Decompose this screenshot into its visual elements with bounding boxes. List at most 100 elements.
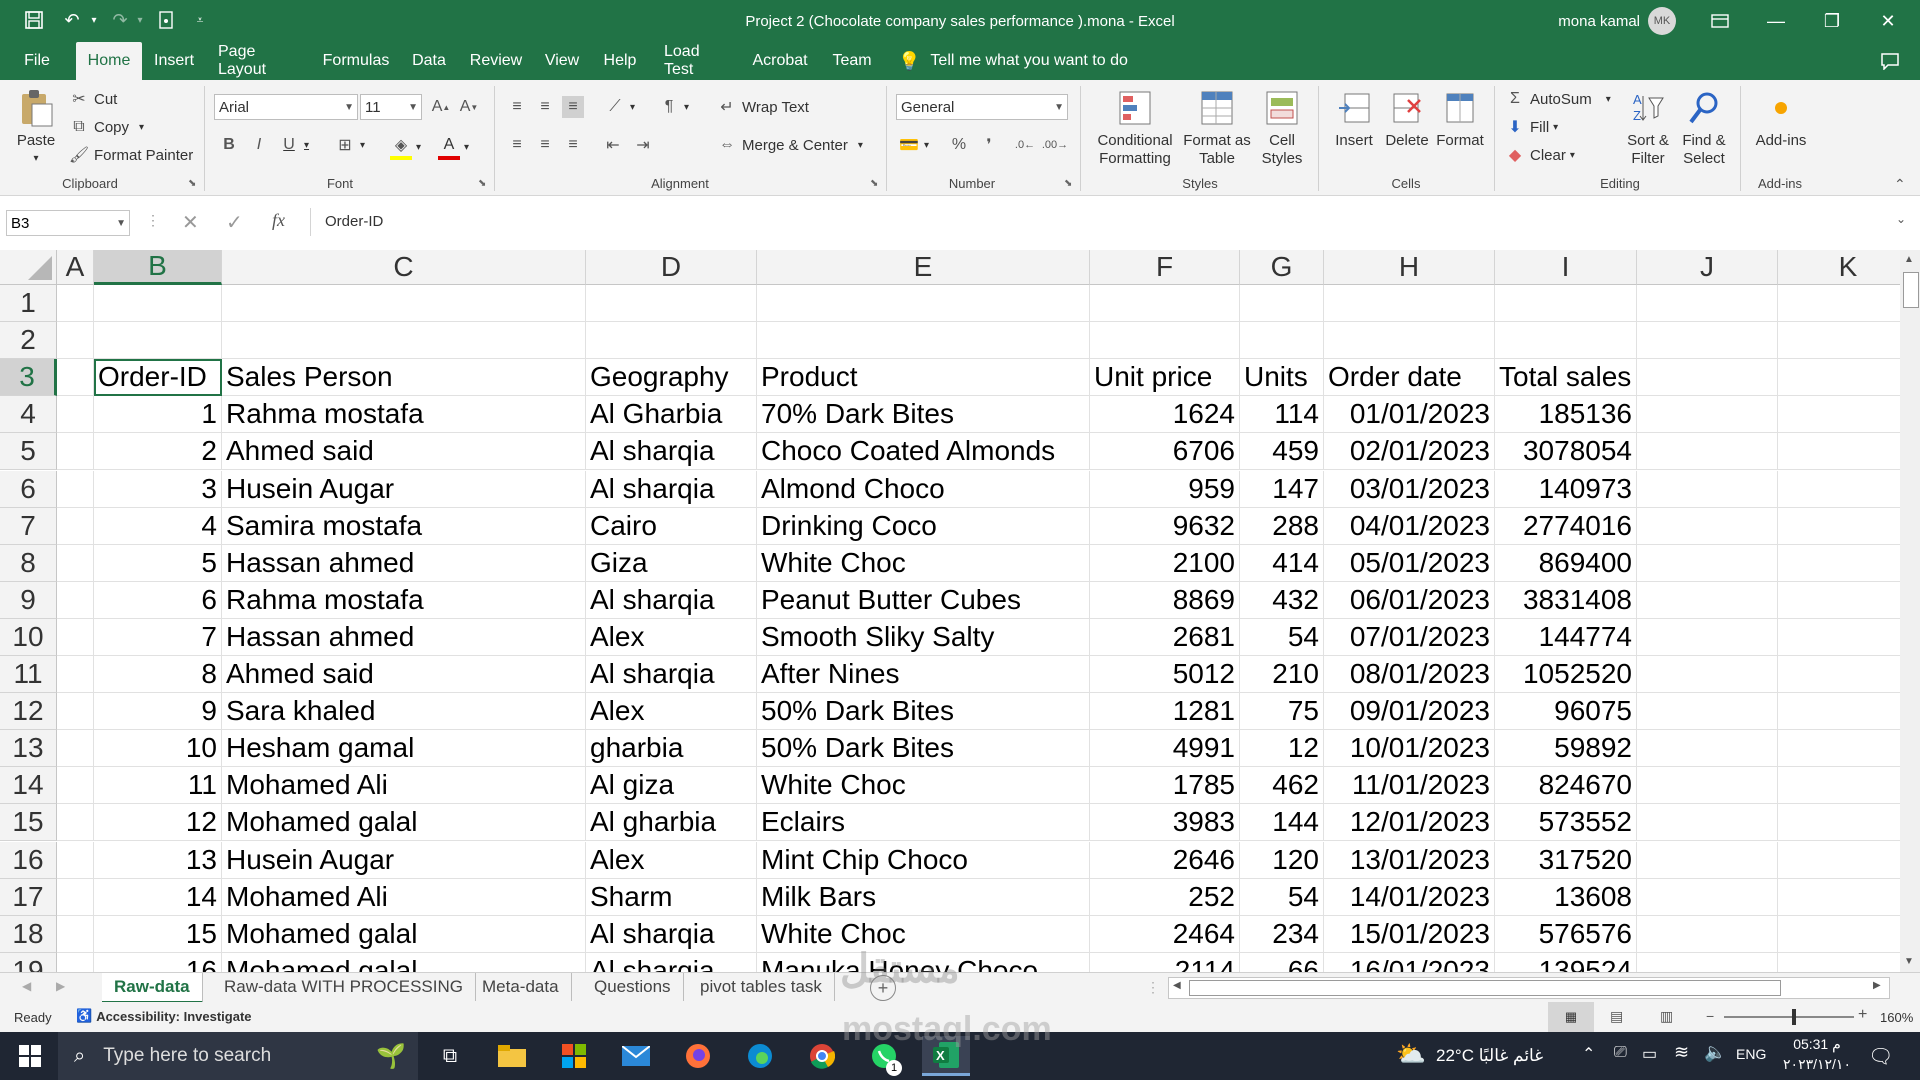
row-header-10[interactable]: 10 [0, 618, 57, 656]
data-cell[interactable]: 96075 [1495, 693, 1637, 731]
data-cell[interactable]: 4 [94, 507, 222, 545]
data-cell[interactable]: 234 [1240, 915, 1324, 953]
data-cell[interactable]: 2 [94, 433, 222, 471]
column-header-d[interactable]: D [586, 250, 757, 285]
redo-dropdown-icon[interactable]: ▾ [126, 6, 154, 34]
data-cell[interactable]: Drinking Coco [757, 507, 1090, 545]
next-sheet-icon[interactable]: ▶ [56, 979, 65, 993]
data-cell[interactable]: 16/01/2023 [1324, 952, 1495, 972]
data-cell[interactable]: 2100 [1090, 544, 1240, 582]
cell[interactable] [1637, 730, 1778, 768]
select-all-corner[interactable] [0, 250, 57, 285]
task-view-icon[interactable]: ⧉ [426, 1036, 474, 1076]
minimize-icon[interactable]: — [1748, 0, 1804, 42]
edge-icon[interactable] [736, 1036, 784, 1076]
wrap-text-button[interactable]: ↵ Wrap Text [716, 96, 809, 118]
page-layout-view-icon[interactable]: ▤ [1610, 1008, 1623, 1025]
data-cell[interactable]: 252 [1090, 878, 1240, 916]
data-cell[interactable]: Hassan ahmed [222, 544, 586, 582]
data-cell[interactable]: 959 [1090, 470, 1240, 508]
data-cell[interactable]: 2774016 [1495, 507, 1637, 545]
sheet-tab-raw-data[interactable]: Raw-data [102, 973, 203, 1004]
cut-button[interactable]: ✂ Cut [68, 88, 117, 110]
cell[interactable] [1637, 952, 1778, 972]
increase-font-button[interactable]: A ▲ [430, 96, 452, 118]
clear-button[interactable]: ◆ Clear ▾ [1504, 144, 1575, 166]
volume-icon[interactable]: 🔈 [1704, 1042, 1726, 1063]
cell[interactable] [1637, 804, 1778, 842]
data-cell[interactable]: 3078054 [1495, 433, 1637, 471]
underline-button[interactable]: U ▾ [278, 134, 309, 156]
zoom-out-icon[interactable]: − [1706, 1008, 1714, 1024]
copy-button[interactable]: ⧉ Copy ▾ [68, 116, 144, 138]
row-header-14[interactable]: 14 [0, 767, 57, 805]
vertical-scrollbar[interactable]: ▲ ▼ [1900, 250, 1920, 972]
file-explorer-icon[interactable] [488, 1036, 536, 1076]
cell[interactable] [1778, 916, 1900, 953]
comments-icon[interactable] [1878, 50, 1902, 72]
data-cell[interactable]: 10/01/2023 [1324, 730, 1495, 768]
cell[interactable] [1637, 693, 1778, 731]
data-cell[interactable]: 1624 [1090, 396, 1240, 434]
sheet-tab-raw-data-with-processing[interactable]: Raw-data WITH PROCESSING [212, 973, 476, 1001]
data-cell[interactable]: Sara khaled [222, 693, 586, 731]
data-cell[interactable]: 288 [1240, 507, 1324, 545]
data-cell[interactable]: 1281 [1090, 693, 1240, 731]
orientation-button[interactable]: ⟋ ▾ [604, 96, 635, 118]
data-cell[interactable]: 6 [94, 581, 222, 619]
data-cell[interactable]: After Nines [757, 656, 1090, 694]
data-cell[interactable]: 14 [94, 878, 222, 916]
tab-insert[interactable]: Insert [146, 42, 202, 80]
cell[interactable] [57, 618, 94, 656]
row-header-15[interactable]: 15 [0, 804, 57, 842]
autosum-button[interactable]: Σ AutoSum ▾ [1504, 88, 1611, 110]
data-cell[interactable]: 75 [1240, 693, 1324, 731]
font-size-select[interactable]: 11 ▼ [360, 94, 422, 120]
column-header-b[interactable]: B [94, 250, 222, 285]
data-cell[interactable]: 59892 [1495, 730, 1637, 768]
data-cell[interactable]: 147 [1240, 470, 1324, 508]
worksheet-grid[interactable]: ABCDEFGHIJK 1 2 3 4 5 6 7 8 9 10 11 12 13 14 15 16 17 18 1… [0, 250, 1900, 972]
data-cell[interactable]: Hesham gamal [222, 730, 586, 768]
cell[interactable] [1778, 322, 1900, 360]
cell[interactable] [57, 730, 94, 768]
column-header-h[interactable]: H [1324, 250, 1495, 285]
font-name-select[interactable]: Arial ▼ [214, 94, 358, 120]
taskbar-search[interactable]: ⌕ Type here to search 🌱 [58, 1032, 418, 1080]
data-cell[interactable]: 05/01/2023 [1324, 544, 1495, 582]
data-cell[interactable]: 11 [94, 767, 222, 805]
fill-color-button[interactable]: ◈ ▾ [390, 134, 421, 160]
data-cell[interactable]: 2681 [1090, 618, 1240, 656]
cell[interactable] [57, 359, 94, 397]
header-cell[interactable]: Total sales [1495, 359, 1637, 397]
cell[interactable] [1778, 619, 1900, 656]
cell[interactable] [57, 322, 94, 360]
battery-icon[interactable]: ▭ [1642, 1044, 1657, 1064]
rtl-button[interactable]: ¶ ▾ [658, 96, 689, 118]
delete-cells-button[interactable]: Delete [1380, 88, 1434, 150]
ribbon-display-options-icon[interactable] [1692, 0, 1748, 42]
store-icon[interactable] [550, 1036, 598, 1076]
data-cell[interactable]: White Choc [757, 544, 1090, 582]
data-cell[interactable]: Al sharqia [586, 915, 757, 953]
cell[interactable] [1637, 359, 1778, 397]
cell[interactable] [57, 693, 94, 731]
row-header-5[interactable]: 5 [0, 433, 57, 471]
cell[interactable] [57, 878, 94, 916]
data-cell[interactable]: 13608 [1495, 878, 1637, 916]
horizontal-scroll-thumb[interactable] [1189, 980, 1781, 996]
customize-qat-icon[interactable]: ⩡ [186, 6, 214, 34]
number-format-select[interactable]: General ▼ [896, 94, 1068, 120]
data-cell[interactable]: Alex [586, 841, 757, 879]
cell[interactable] [57, 804, 94, 842]
data-cell[interactable]: 14/01/2023 [1324, 878, 1495, 916]
row-header-11[interactable]: 11 [0, 656, 57, 694]
tab-data[interactable]: Data [404, 42, 454, 80]
cell[interactable] [1637, 396, 1778, 434]
cell[interactable] [1778, 730, 1900, 768]
header-cell[interactable]: Units [1240, 359, 1324, 397]
data-cell[interactable]: 03/01/2023 [1324, 470, 1495, 508]
cell[interactable] [57, 841, 94, 879]
cell[interactable] [222, 285, 586, 323]
header-cell[interactable]: Geography [586, 359, 757, 397]
